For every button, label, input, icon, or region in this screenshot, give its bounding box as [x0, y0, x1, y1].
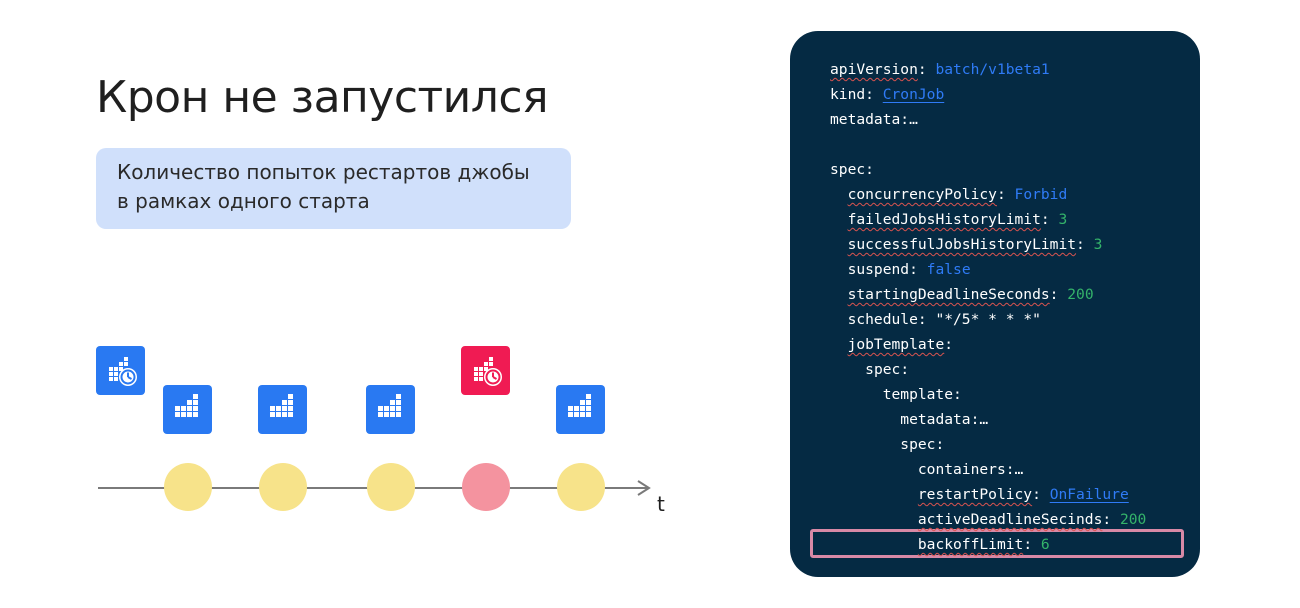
- yaml-separator: :: [953, 386, 962, 403]
- code-line: restartPolicy: OnFailure: [830, 482, 1146, 507]
- code-line: metadata:…: [830, 107, 1146, 132]
- yaml-key: suspend: [847, 261, 910, 278]
- yaml-key: metadata: [830, 111, 901, 128]
- yaml-code-panel: apiVersion: batch/v1beta1 kind: CronJob me…: [790, 31, 1200, 577]
- code-line: containers:…: [830, 457, 1146, 482]
- yaml-value: false: [926, 261, 971, 278]
- yaml-value: batch/v1beta1: [935, 61, 1050, 78]
- code-line: suspend: false: [830, 257, 1146, 282]
- yaml-separator: :…: [900, 111, 918, 128]
- page-title: Крон не запустился: [96, 72, 549, 123]
- subtitle-text: Количество попыток рестартов джобы в рам…: [117, 160, 530, 213]
- yaml-separator: :: [909, 261, 927, 278]
- yaml-separator: :: [996, 186, 1015, 203]
- job-icon: [258, 385, 307, 434]
- yaml-key: spec: [900, 436, 936, 453]
- code-line: failedJobsHistoryLimit: 3: [830, 207, 1146, 232]
- code-line: spec:: [830, 157, 1146, 182]
- cronjob-icon: [96, 346, 145, 395]
- yaml-separator: :…: [1005, 461, 1024, 478]
- yaml-separator: :: [1076, 236, 1094, 253]
- code-line: metadata:…: [830, 407, 1146, 432]
- yaml-separator: :: [944, 336, 954, 353]
- yaml-separator: :: [1023, 536, 1041, 553]
- yaml-value: CronJob: [882, 86, 945, 103]
- yaml-key: failedJobsHistoryLimit: [847, 211, 1041, 228]
- yaml-separator: :: [865, 86, 883, 103]
- run-node-ok: [259, 463, 307, 511]
- yaml-value: 6: [1040, 536, 1050, 553]
- yaml-value: "*/5* * * *": [935, 311, 1041, 328]
- code-line: spec:: [830, 432, 1146, 457]
- yaml-separator: :: [917, 311, 936, 328]
- yaml-separator: :: [900, 361, 910, 378]
- code-line: jobTemplate:: [830, 332, 1146, 357]
- yaml-separator: :: [1102, 511, 1120, 528]
- code-line: spec:: [830, 357, 1146, 382]
- yaml-code: apiVersion: batch/v1beta1 kind: CronJob me…: [830, 57, 1146, 557]
- code-line: startingDeadlineSeconds: 200: [830, 282, 1146, 307]
- code-line: schedule: "*/5* * * *": [830, 307, 1146, 332]
- yaml-key: apiVersion: [830, 61, 918, 78]
- run-node-ok: [164, 463, 212, 511]
- yaml-separator: :: [1040, 211, 1059, 228]
- code-line: template:: [830, 382, 1146, 407]
- yaml-key: successfulJobsHistoryLimit: [847, 236, 1077, 253]
- code-line: kind: CronJob: [830, 82, 1146, 107]
- yaml-key: concurrencyPolicy: [847, 186, 997, 203]
- code-line: backoffLimit: 6: [830, 532, 1146, 557]
- job-icon: [163, 385, 212, 434]
- yaml-separator: :: [865, 161, 874, 178]
- yaml-key: kind: [830, 86, 866, 103]
- yaml-key: containers: [917, 461, 1006, 478]
- axis-label-t: t: [657, 492, 665, 516]
- yaml-key: spec: [865, 361, 901, 378]
- yaml-separator: :: [935, 436, 945, 453]
- code-line: concurrencyPolicy: Forbid: [830, 182, 1146, 207]
- yaml-key: template: [882, 386, 954, 403]
- yaml-key: startingDeadlineSeconds: [847, 286, 1050, 303]
- code-line: apiVersion: batch/v1beta1: [830, 57, 1146, 82]
- yaml-value: 3: [1093, 236, 1103, 253]
- yaml-key: spec: [830, 161, 866, 178]
- yaml-separator: :…: [970, 411, 989, 428]
- run-node-ok: [557, 463, 605, 511]
- yaml-key: schedule: [847, 311, 918, 328]
- code-line: activeDeadlineSecinds: 200: [830, 507, 1146, 532]
- yaml-key: backoffLimit: [917, 536, 1024, 553]
- job-icon: [366, 385, 415, 434]
- yaml-value: Forbid: [1014, 186, 1068, 203]
- cronjob-icon: [461, 346, 510, 395]
- yaml-value: OnFailure: [1049, 486, 1129, 503]
- run-node-ok: [367, 463, 415, 511]
- yaml-separator: :: [1032, 486, 1050, 503]
- yaml-separator: :: [917, 61, 936, 78]
- yaml-value: 200: [1119, 511, 1147, 528]
- yaml-key: restartPolicy: [917, 486, 1033, 503]
- subtitle-callout: Количество попыток рестартов джобы в рам…: [96, 148, 571, 229]
- run-node-failed: [462, 463, 510, 511]
- job-icon: [556, 385, 605, 434]
- yaml-key: jobTemplate: [847, 336, 945, 353]
- yaml-separator: :: [1049, 286, 1068, 303]
- yaml-key: activeDeadlineSecinds: [917, 511, 1103, 528]
- code-line: successfulJobsHistoryLimit: 3: [830, 232, 1146, 257]
- yaml-key: metadata: [900, 411, 971, 428]
- yaml-value: 200: [1067, 286, 1094, 303]
- yaml-value: 3: [1058, 211, 1068, 228]
